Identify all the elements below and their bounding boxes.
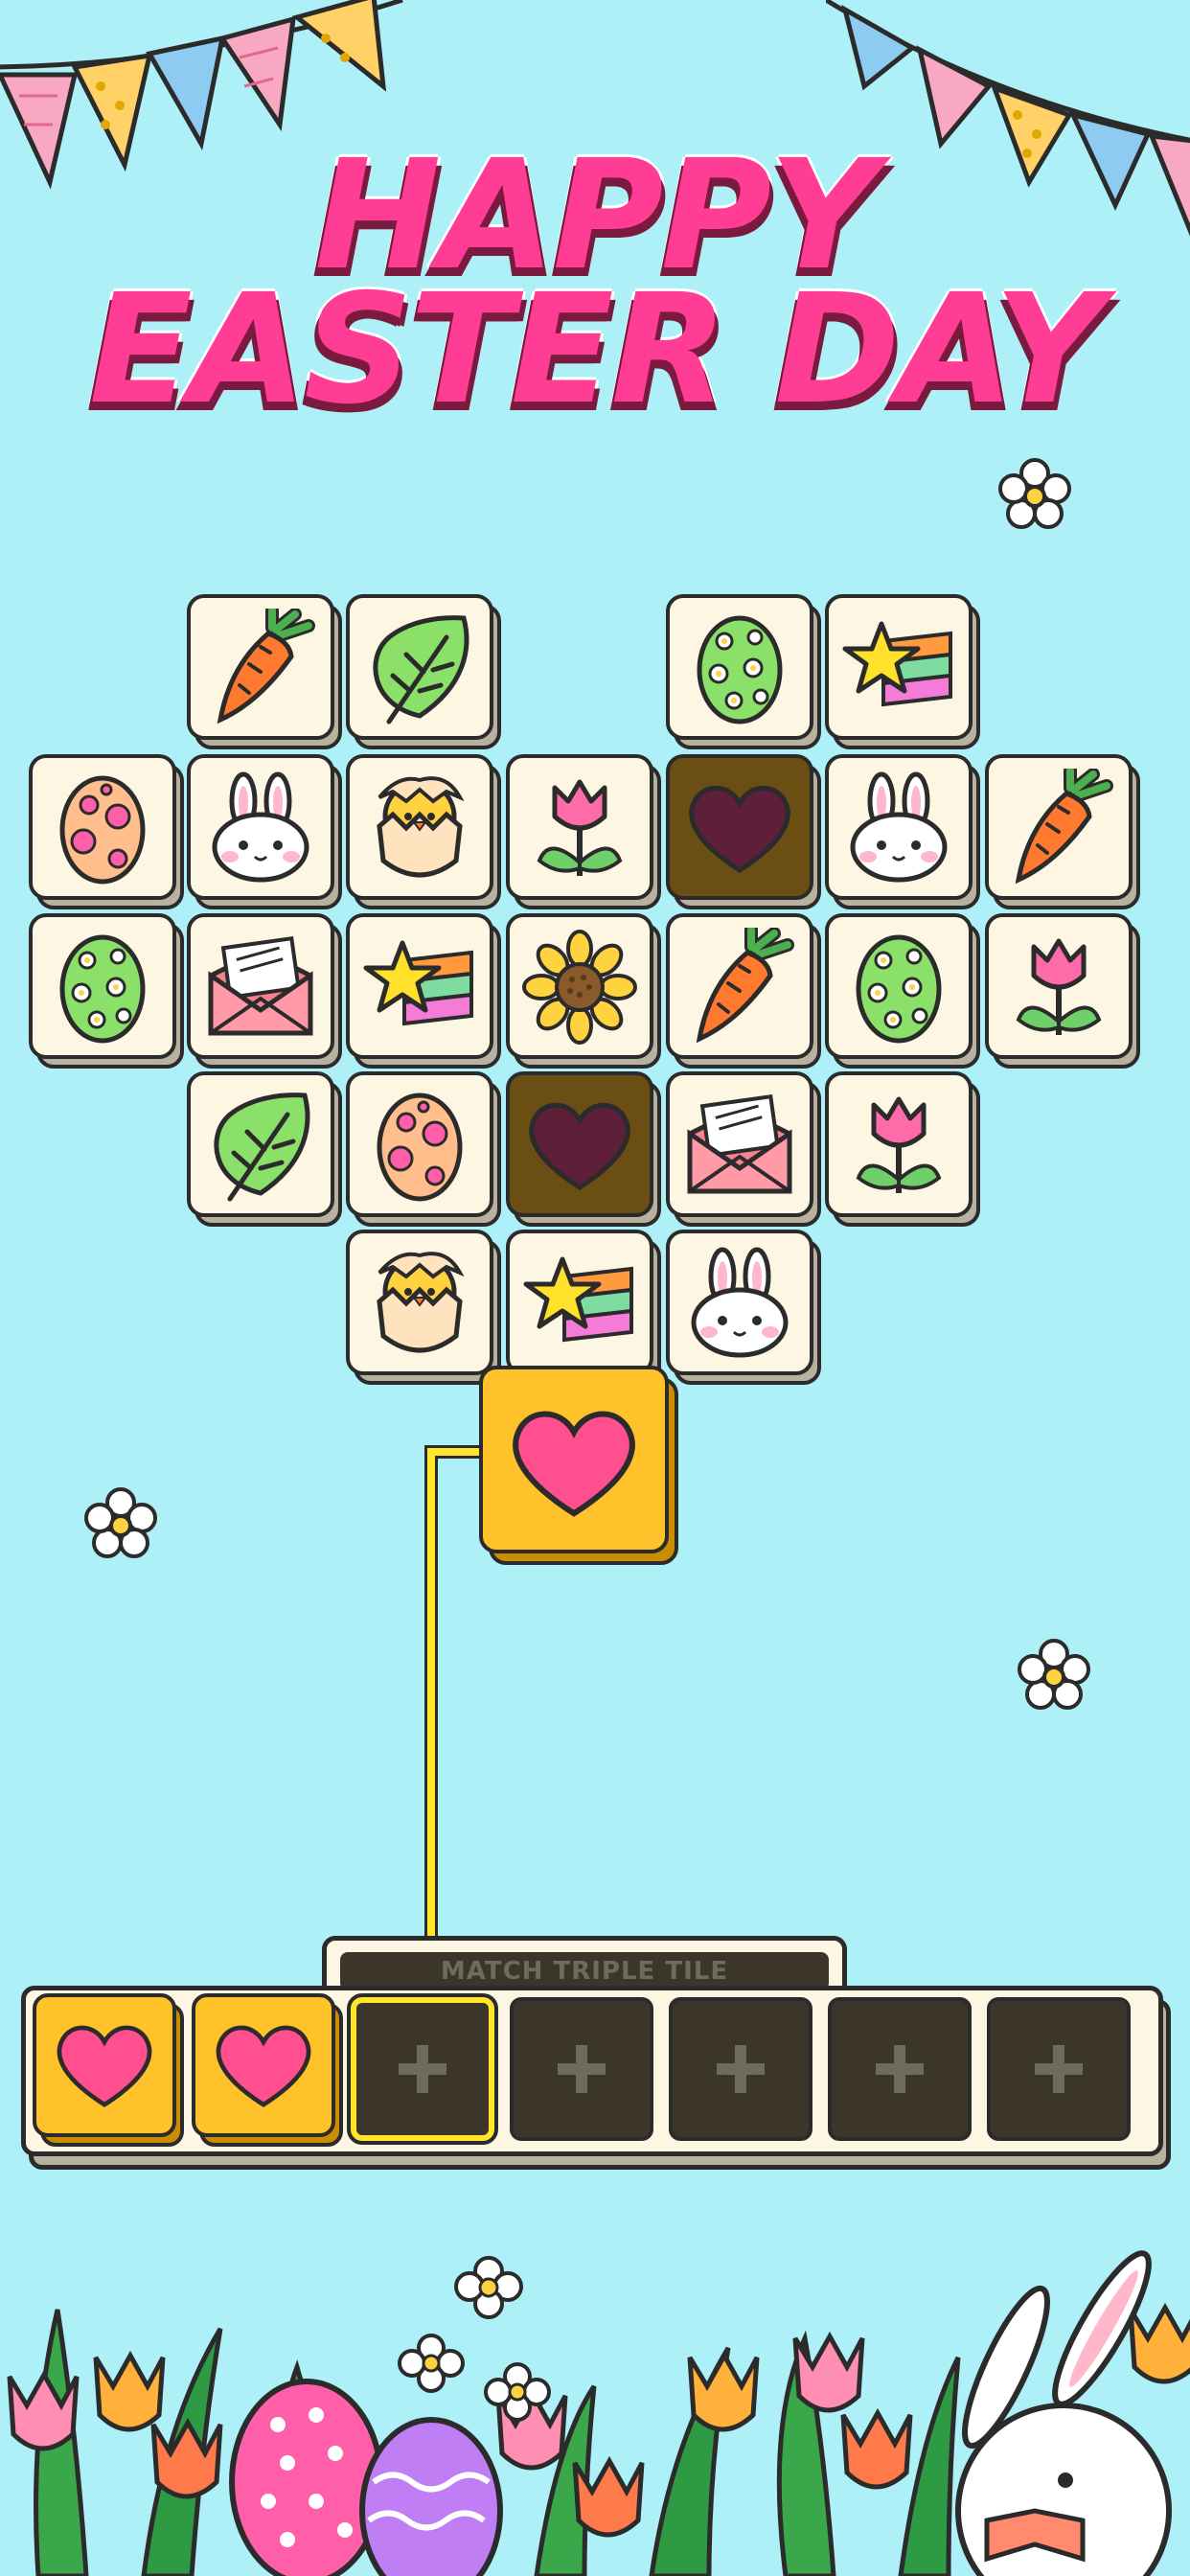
envelope-icon bbox=[201, 928, 320, 1046]
plus-icon bbox=[558, 2045, 606, 2093]
plus-icon bbox=[876, 2045, 924, 2093]
envelope-tile[interactable] bbox=[187, 913, 346, 1072]
tulip-icon bbox=[520, 769, 639, 887]
flower-egg-tile[interactable] bbox=[825, 913, 984, 1072]
carrot-icon bbox=[680, 928, 799, 1046]
shooting-star-icon bbox=[839, 609, 958, 727]
sunflower-tile[interactable] bbox=[506, 913, 665, 1072]
tulip-tile[interactable] bbox=[825, 1071, 984, 1230]
heart-icon bbox=[520, 1086, 639, 1205]
tulip-tile[interactable] bbox=[985, 913, 1144, 1072]
bunny-icon bbox=[839, 769, 958, 887]
tray-slot-4[interactable] bbox=[510, 1997, 653, 2141]
garden-decoration bbox=[7, 2250, 1190, 2576]
envelope-tile[interactable] bbox=[666, 1071, 825, 1230]
heart-tile[interactable] bbox=[666, 754, 825, 913]
shooting-star-tile[interactable] bbox=[346, 913, 505, 1072]
tulip-icon bbox=[999, 928, 1118, 1046]
tulip-tile[interactable] bbox=[506, 754, 665, 913]
spotted-egg-tile[interactable] bbox=[29, 754, 188, 913]
carrot-tile[interactable] bbox=[666, 913, 825, 1072]
bunny-tile[interactable] bbox=[825, 754, 984, 913]
sunflower-icon bbox=[520, 928, 639, 1046]
bunny-icon bbox=[201, 769, 320, 887]
bunny-tile[interactable] bbox=[666, 1230, 825, 1389]
carrot-icon bbox=[201, 609, 320, 727]
spotted-egg-tile[interactable] bbox=[346, 1071, 505, 1230]
daisy-icon bbox=[1018, 1639, 1090, 1710]
leaf-tile[interactable] bbox=[346, 594, 505, 753]
tray-slot-2[interactable] bbox=[192, 1993, 345, 2147]
tray-slot-6[interactable] bbox=[828, 1997, 972, 2141]
heart-icon bbox=[49, 2010, 160, 2121]
tray-label: MATCH TRIPLE TILE bbox=[340, 1952, 829, 1990]
leaf-icon bbox=[360, 609, 479, 727]
hatching-chick-icon bbox=[360, 1244, 479, 1363]
heart-icon bbox=[680, 769, 799, 887]
flower-egg-tile[interactable] bbox=[666, 594, 825, 753]
carrot-tile[interactable] bbox=[985, 754, 1144, 913]
bunny-icon bbox=[680, 1244, 799, 1363]
selected-heart-tile[interactable] bbox=[479, 1366, 680, 1567]
hatching-chick-tile[interactable] bbox=[346, 754, 505, 913]
shooting-star-tile[interactable] bbox=[825, 594, 984, 753]
flower-egg-tile[interactable] bbox=[29, 913, 188, 1072]
shooting-star-icon bbox=[360, 928, 479, 1046]
flower-egg-icon bbox=[680, 609, 799, 727]
leaf-tile[interactable] bbox=[187, 1071, 346, 1230]
spotted-egg-icon bbox=[360, 1086, 479, 1205]
tray-slot-7[interactable] bbox=[987, 1997, 1131, 2141]
tulip-icon bbox=[839, 1086, 958, 1205]
carrot-icon bbox=[999, 769, 1118, 887]
plus-icon bbox=[399, 2045, 446, 2093]
flower-egg-icon bbox=[839, 928, 958, 1046]
carrot-tile[interactable] bbox=[187, 594, 346, 753]
plus-icon bbox=[717, 2045, 765, 2093]
leaf-icon bbox=[201, 1086, 320, 1205]
flower-egg-icon bbox=[43, 928, 162, 1046]
tray-slot-3[interactable] bbox=[347, 1993, 498, 2145]
heart-tile[interactable] bbox=[506, 1071, 665, 1230]
bunny-tile[interactable] bbox=[187, 754, 346, 913]
match-tray bbox=[21, 1986, 1171, 2170]
tray-slot-5[interactable] bbox=[669, 1997, 812, 2141]
plus-icon bbox=[1035, 2045, 1083, 2093]
heart-icon bbox=[208, 2010, 319, 2121]
tray-slot-1[interactable] bbox=[33, 1993, 186, 2147]
envelope-icon bbox=[680, 1086, 799, 1205]
game-screen: HAPPY EASTER DAY MATCH TRIPLE TILE bbox=[0, 0, 1190, 2576]
hatching-chick-icon bbox=[360, 769, 479, 887]
heart-icon bbox=[502, 1391, 646, 1534]
spotted-egg-icon bbox=[43, 769, 162, 887]
shooting-star-icon bbox=[520, 1244, 639, 1363]
